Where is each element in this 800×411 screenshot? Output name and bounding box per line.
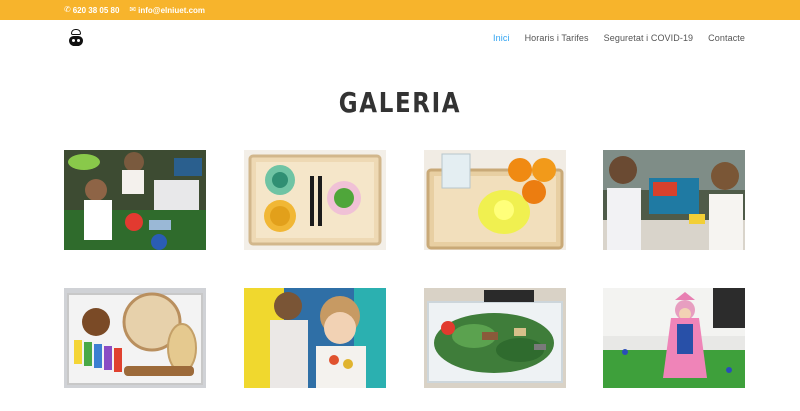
gallery-image-1[interactable]	[64, 150, 206, 250]
gallery-image-3[interactable]	[424, 150, 566, 250]
gallery-grid	[0, 0, 800, 411]
gallery-image-8[interactable]	[603, 288, 745, 388]
gallery-image-5[interactable]	[64, 288, 206, 388]
gallery-image-4[interactable]	[603, 150, 745, 250]
gallery-image-7[interactable]	[424, 288, 566, 388]
gallery-image-2[interactable]	[244, 150, 386, 250]
gallery-image-6[interactable]	[244, 288, 386, 388]
